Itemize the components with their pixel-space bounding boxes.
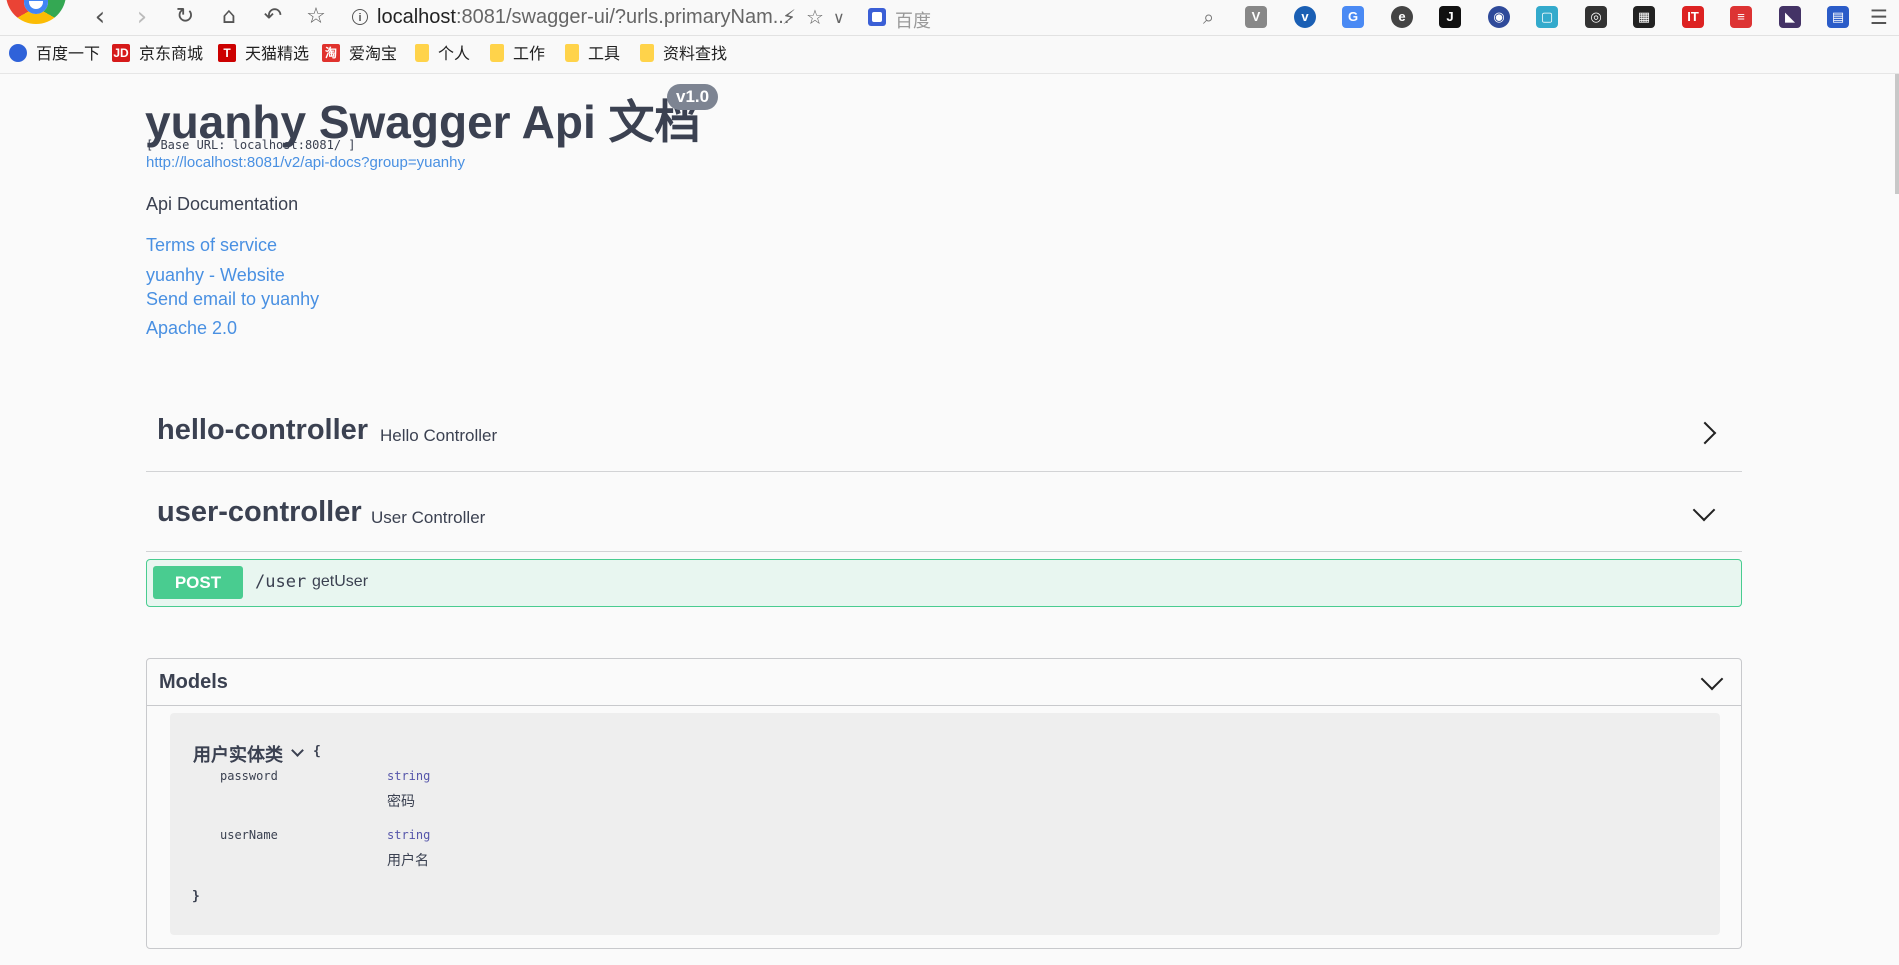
swagger-page: yuanhy Swagger Api 文档 v1.0 [ Base URL: l… <box>0 74 1899 965</box>
bookmark-label: 京东商城 <box>139 46 204 63</box>
property-name: userName <box>220 828 278 842</box>
bookmark-baidu[interactable]: 百度一下 <box>9 36 100 74</box>
api-docs-link[interactable]: http://localhost:8081/v2/api-docs?group=… <box>146 154 465 171</box>
extension-target-icon[interactable]: ◉ <box>1488 6 1510 28</box>
model-name[interactable]: 用户实体类 <box>193 741 283 767</box>
http-method-badge: POST <box>153 566 243 599</box>
folder-icon <box>415 44 429 63</box>
model-box: 用户实体类 { password string 密码 userName stri… <box>170 713 1720 935</box>
evernote-icon[interactable]: e <box>1391 6 1413 28</box>
jd-logo-icon: JD <box>112 44 130 63</box>
address-host: localhost <box>377 6 456 28</box>
address-path: :8081/swagger-ui/?urls.primaryNam... <box>455 6 790 28</box>
taobao-logo-icon: 淘 <box>322 44 340 63</box>
tag-description: User Controller <box>371 508 486 527</box>
search-icon[interactable]: ⌕ <box>1203 5 1214 29</box>
model-open-brace: { <box>313 744 321 759</box>
folder-icon <box>490 44 504 63</box>
bookmark-taobao[interactable]: 淘爱淘宝 <box>322 36 397 74</box>
license-link[interactable]: Apache 2.0 <box>146 318 237 339</box>
favorite-icon[interactable]: ☆ <box>806 5 824 29</box>
undo-icon[interactable]: ↶ <box>258 2 288 32</box>
extension-it-icon[interactable]: IT <box>1682 6 1704 28</box>
bookmark-label: 工作 <box>513 46 546 63</box>
version-badge: v1.0 <box>667 84 719 110</box>
base-url: [ Base URL: localhost:8081/ ] <box>146 138 356 152</box>
api-description: Api Documentation <box>146 194 299 214</box>
back-icon[interactable]: ‹ <box>85 2 115 32</box>
bookmark-label: 天猫精选 <box>245 46 310 63</box>
menu-icon[interactable]: ☰ <box>1864 2 1894 32</box>
search-input[interactable]: 百度 <box>895 7 931 33</box>
bookmark-folder-tools[interactable]: 工具 <box>565 36 620 74</box>
home-icon[interactable]: ⌂ <box>214 2 244 32</box>
extension-j-icon[interactable]: J <box>1439 6 1461 28</box>
property-type: string <box>387 769 431 783</box>
property-name: password <box>220 769 278 783</box>
bookmark-label: 个人 <box>438 46 471 63</box>
site-info-icon[interactable]: i <box>352 9 368 25</box>
bookmark-folder-work[interactable]: 工作 <box>490 36 545 74</box>
extension-v-icon[interactable]: V <box>1245 6 1267 28</box>
tag-user-controller[interactable]: user-controller User Controller <box>146 472 1742 552</box>
tag-name: user-controller <box>157 496 362 528</box>
bookmark-tmall[interactable]: T 天猫精选 <box>218 36 309 74</box>
tmall-logo-icon: T <box>218 44 236 63</box>
baidu-paw-icon <box>9 44 27 63</box>
address-bar[interactable]: localhost:8081/swagger-ui/?urls.primaryN… <box>377 6 789 29</box>
chevron-down-icon[interactable] <box>1700 667 1724 691</box>
extension-vimium-icon[interactable]: v <box>1294 6 1316 28</box>
lightning-icon[interactable]: ⚡ <box>782 5 796 29</box>
extension-grid-icon[interactable]: ▤ <box>1827 6 1849 28</box>
property-description: 密码 <box>387 793 415 809</box>
website-link[interactable]: yuanhy - Website <box>146 265 285 286</box>
bookmarks-bar: 百度一下 JD 京东商城 T 天猫精选 淘爱淘宝 个人 工作 工具 资料查找 <box>0 36 1899 74</box>
reload-icon[interactable]: ↻ <box>170 2 200 32</box>
models-header[interactable]: Models <box>147 659 1741 706</box>
todoist-icon[interactable]: ≡ <box>1730 6 1752 28</box>
dropdown-icon[interactable]: ∨ <box>833 8 845 27</box>
screenshot-icon[interactable]: ◎ <box>1585 6 1607 28</box>
tag-description: Hello Controller <box>380 426 498 445</box>
chevron-down-icon[interactable] <box>291 744 304 757</box>
baidu-search-icon <box>868 8 886 26</box>
chevron-right-icon[interactable] <box>1693 421 1717 445</box>
models-title: Models <box>159 671 228 693</box>
operation-path: /user <box>255 572 307 592</box>
browser-logo-icon <box>6 0 66 24</box>
qr-code-icon[interactable]: ▦ <box>1633 6 1655 28</box>
bookmark-label: 资料查找 <box>663 46 728 63</box>
google-translate-icon[interactable]: G <box>1342 6 1364 28</box>
property-description: 用户名 <box>387 852 429 868</box>
folder-icon <box>640 44 654 63</box>
forward-icon[interactable]: › <box>127 2 157 32</box>
bookmark-label: 爱淘宝 <box>349 46 398 63</box>
extension-square-icon[interactable]: ▢ <box>1536 6 1558 28</box>
property-type: string <box>387 828 431 842</box>
folder-icon <box>565 44 579 63</box>
tag-hello-controller[interactable]: hello-controller Hello Controller <box>146 392 1742 472</box>
bookmark-star-icon[interactable]: ☆ <box>301 2 331 32</box>
bookmark-label: 百度一下 <box>36 46 101 63</box>
operation-post-user[interactable]: POST /user getUser <box>146 559 1742 607</box>
browser-toolbar: ‹ › ↻ ⌂ ↶ ☆ i localhost:8081/swagger-ui/… <box>0 0 1899 36</box>
extension-chart-icon[interactable]: ◣ <box>1779 6 1801 28</box>
contact-email-link[interactable]: Send email to yuanhy <box>146 289 319 310</box>
model-close-brace: } <box>192 889 200 904</box>
page-scrollbar[interactable] <box>1895 74 1899 194</box>
operation-summary: getUser <box>312 573 369 590</box>
bookmark-folder-resources[interactable]: 资料查找 <box>640 36 727 74</box>
terms-of-service-link[interactable]: Terms of service <box>146 235 277 256</box>
chevron-down-icon[interactable] <box>1692 498 1716 522</box>
bookmark-jd[interactable]: JD 京东商城 <box>112 36 203 74</box>
bookmark-label: 工具 <box>588 46 621 63</box>
models-section: Models 用户实体类 { password string 密码 userNa… <box>146 658 1742 949</box>
bookmark-folder-personal[interactable]: 个人 <box>415 36 470 74</box>
tag-name: hello-controller <box>157 414 369 446</box>
